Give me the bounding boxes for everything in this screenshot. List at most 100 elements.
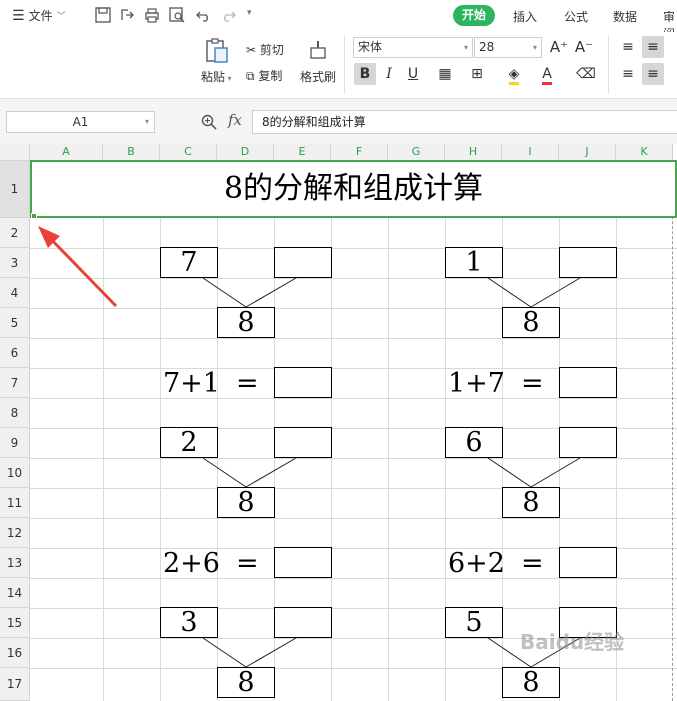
print-icon[interactable]	[143, 6, 161, 24]
italic-button[interactable]: I	[378, 63, 400, 85]
row-header-16[interactable]: 16	[0, 638, 30, 668]
paste-button[interactable]: 粘贴 ▾	[201, 68, 232, 85]
tab-formulas[interactable]: 公式	[564, 8, 588, 25]
row-header-8[interactable]: 8	[0, 398, 30, 428]
answer-box[interactable]	[559, 367, 617, 398]
redo-icon[interactable]	[219, 6, 237, 24]
column-header-j[interactable]: J	[559, 144, 616, 161]
print-preview-icon[interactable]	[168, 6, 186, 24]
column-header-h[interactable]: H	[445, 144, 502, 161]
answer-box[interactable]	[559, 247, 617, 278]
equals-sign: =	[236, 548, 259, 579]
font-color-button[interactable]: A	[536, 63, 558, 85]
row-header-11[interactable]: 11	[0, 488, 30, 518]
underline-button[interactable]: U	[402, 63, 424, 85]
top-number-box[interactable]: 2	[160, 427, 218, 458]
quick-access-dropdown-icon[interactable]: ▾	[247, 8, 252, 18]
row-header-10[interactable]: 10	[0, 458, 30, 488]
column-header-g[interactable]: G	[388, 144, 445, 161]
total-number-box[interactable]: 8	[217, 307, 275, 338]
copy-button[interactable]: ⧉ 复制	[246, 67, 282, 84]
answer-box[interactable]	[274, 427, 332, 458]
total-number-box[interactable]: 8	[502, 667, 560, 698]
menu-bar: ☰ 文件 ﹀ ▾ 开始 插入 公式 数据 审阅	[0, 0, 677, 41]
save-icon[interactable]	[94, 6, 112, 24]
row-header-17[interactable]: 17	[0, 668, 30, 701]
column-header-a[interactable]: A	[30, 144, 103, 161]
fill-color-icon[interactable]: ◈	[503, 63, 525, 85]
format-painter-button[interactable]: 格式刷	[300, 68, 336, 85]
gridline	[30, 518, 677, 519]
column-header-f[interactable]: F	[331, 144, 388, 161]
tab-data[interactable]: 数据	[613, 8, 637, 25]
answer-box[interactable]	[559, 427, 617, 458]
row-header-12[interactable]: 12	[0, 518, 30, 548]
grow-font-button[interactable]: A⁺	[548, 36, 570, 58]
select-all-corner[interactable]	[0, 144, 30, 161]
row-header-1[interactable]: 1	[0, 161, 30, 218]
answer-box[interactable]	[274, 547, 332, 578]
answer-box[interactable]	[274, 367, 332, 398]
row-header-13[interactable]: 13	[0, 548, 30, 578]
total-number-box[interactable]: 8	[217, 487, 275, 518]
column-header-c[interactable]: C	[160, 144, 217, 161]
column-header-e[interactable]: E	[274, 144, 331, 161]
title-cell-a1[interactable]: 8的分解和组成计算	[30, 160, 677, 218]
top-number-box[interactable]: 1	[445, 247, 503, 278]
answer-box[interactable]	[274, 247, 332, 278]
row-header-15[interactable]: 15	[0, 608, 30, 638]
font-name-select[interactable]: 宋体 ▾	[353, 37, 473, 58]
top-number-box[interactable]: 7	[160, 247, 218, 278]
name-box[interactable]: A1 ▾	[6, 111, 155, 133]
total-number-box[interactable]: 8	[217, 667, 275, 698]
total-number-box[interactable]: 8	[502, 307, 560, 338]
row-header-5[interactable]: 5	[0, 308, 30, 338]
column-header-d[interactable]: D	[217, 144, 274, 161]
align-middle-icon[interactable]: ≡	[642, 36, 664, 58]
paste-icon[interactable]	[203, 37, 231, 65]
undo-icon[interactable]	[195, 6, 213, 24]
bold-button[interactable]: B	[354, 63, 376, 85]
equals-sign: =	[521, 548, 544, 579]
font-size-select[interactable]: 28 ▾	[474, 37, 542, 58]
tab-home[interactable]: 开始	[453, 5, 495, 26]
column-header-k[interactable]: K	[616, 144, 673, 161]
watermark: Baidu经验	[520, 630, 625, 654]
shrink-font-button[interactable]: A⁻	[573, 36, 595, 58]
equals-sign: =	[521, 368, 544, 399]
total-number-box[interactable]: 8	[502, 487, 560, 518]
row-header-7[interactable]: 7	[0, 368, 30, 398]
column-header-i[interactable]: I	[502, 144, 559, 161]
top-number-box[interactable]: 3	[160, 607, 218, 638]
row-header-4[interactable]: 4	[0, 278, 30, 308]
row-header-9[interactable]: 9	[0, 428, 30, 458]
export-icon[interactable]	[118, 6, 136, 24]
ribbon-divider	[344, 36, 345, 94]
top-number-box[interactable]: 6	[445, 427, 503, 458]
insert-function-button[interactable]: fx	[228, 111, 242, 129]
row-header-6[interactable]: 6	[0, 338, 30, 368]
tab-insert[interactable]: 插入	[513, 8, 537, 25]
gridline	[30, 308, 677, 309]
align-center-icon[interactable]: ≡	[642, 63, 664, 85]
answer-box[interactable]	[559, 547, 617, 578]
gridline	[30, 338, 677, 339]
file-menu[interactable]: ☰ 文件 ﹀	[12, 7, 66, 24]
align-left-icon[interactable]: ≡	[617, 63, 639, 85]
cell-style-icon[interactable]: ⊞	[466, 63, 488, 85]
row-header-2[interactable]: 2	[0, 218, 30, 248]
borders-icon[interactable]: ▦	[434, 63, 456, 85]
row-header-3[interactable]: 3	[0, 248, 30, 278]
answer-box[interactable]	[274, 607, 332, 638]
formula-input[interactable]: 8的分解和组成计算	[252, 110, 677, 134]
row-header-14[interactable]: 14	[0, 578, 30, 608]
clear-format-icon[interactable]: ⌫	[575, 63, 597, 85]
zoom-search-icon[interactable]	[200, 113, 218, 131]
align-top-icon[interactable]: ≡	[617, 36, 639, 58]
fill-handle[interactable]	[31, 213, 37, 219]
column-header-b[interactable]: B	[103, 144, 160, 161]
format-painter-icon[interactable]	[307, 38, 329, 62]
top-number-box[interactable]: 5	[445, 607, 503, 638]
cut-button[interactable]: ✂ 剪切	[246, 41, 284, 58]
spreadsheet-grid[interactable]: A B C D E F G H I J K 1 2 3 4 5 6 7 8 9 …	[0, 144, 677, 701]
